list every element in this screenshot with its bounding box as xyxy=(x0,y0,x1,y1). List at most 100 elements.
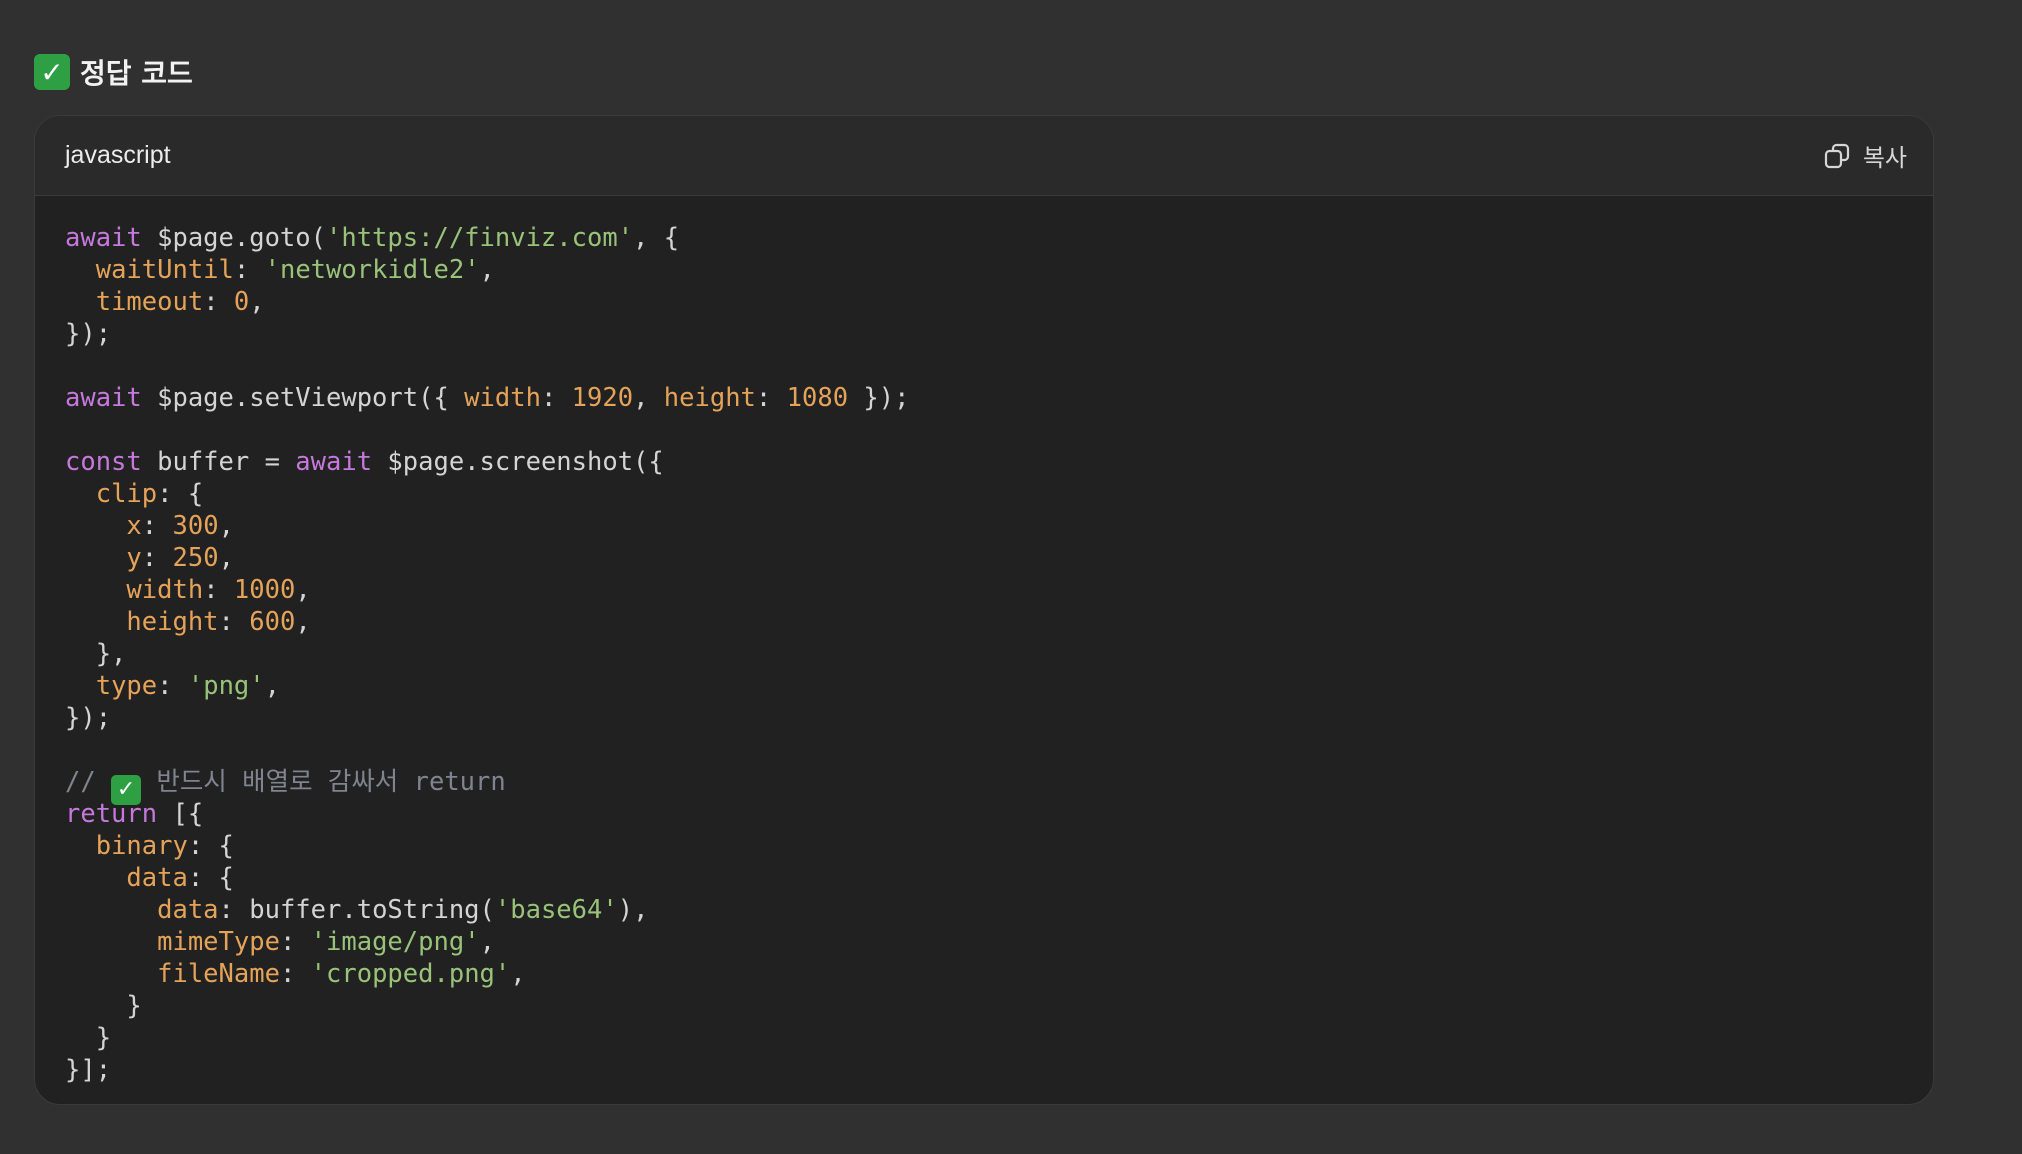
code-line: }]; xyxy=(65,1054,1903,1086)
code-token: height xyxy=(663,383,756,413)
code-token: ), xyxy=(617,895,649,925)
code-token: 반드시 배열로 감싸서 return xyxy=(141,767,506,797)
code-token: width xyxy=(464,383,541,413)
code-token: timeout xyxy=(95,287,204,317)
code-token: type xyxy=(95,671,158,701)
page: ✓ 정답 코드 javascript 복사 await $page.goto('… xyxy=(0,0,2022,1154)
code-token: , xyxy=(218,543,234,573)
code-line: clip: { xyxy=(65,478,1903,510)
code-token: 300 xyxy=(172,511,219,541)
code-line: }); xyxy=(65,702,1903,734)
code-token: }); xyxy=(65,703,112,733)
code-line: data: buffer.toString('base64'), xyxy=(65,894,1903,926)
code-token: } xyxy=(65,1023,112,1053)
code-token: , xyxy=(249,287,265,317)
code-token: clip xyxy=(95,479,158,509)
code-token: , xyxy=(510,959,526,989)
code-token: : xyxy=(218,607,250,637)
code-line: y: 250, xyxy=(65,542,1903,574)
code-token: : xyxy=(141,511,173,541)
code-token: 1920 xyxy=(571,383,634,413)
code-token: 0 xyxy=(233,287,250,317)
code-token: : xyxy=(540,383,572,413)
code-token: : xyxy=(203,287,234,317)
check-mark-icon: ✓ xyxy=(34,54,70,90)
code-token: }); xyxy=(848,383,910,413)
section-heading: ✓ 정답 코드 xyxy=(34,52,193,92)
code-block-header: javascript 복사 xyxy=(35,116,1933,196)
code-token: const xyxy=(65,447,142,477)
code-line: fileName: 'cropped.png', xyxy=(65,958,1903,990)
code-token: data xyxy=(157,895,219,925)
code-token: $page.setViewport({ xyxy=(141,383,465,413)
code-line: binary: { xyxy=(65,830,1903,862)
code-content: await $page.goto('https://finviz.com', {… xyxy=(35,196,1933,1086)
code-token: : xyxy=(279,927,311,957)
code-token: return xyxy=(65,799,158,829)
code-token: height xyxy=(126,607,219,637)
copy-icon xyxy=(1823,142,1851,170)
code-token: waitUntil xyxy=(95,255,234,285)
code-line: } xyxy=(65,1022,1903,1054)
code-line: data: { xyxy=(65,862,1903,894)
code-token: : xyxy=(279,959,311,989)
code-token: , xyxy=(295,575,311,605)
code-line: await $page.setViewport({ width: 1920, h… xyxy=(65,382,1903,414)
section-title: 정답 코드 xyxy=(80,57,193,90)
copy-button[interactable]: 복사 xyxy=(1823,138,1907,173)
code-token: }, xyxy=(65,639,127,669)
code-line: }); xyxy=(65,318,1903,350)
code-block: javascript 복사 await $page.goto('https://… xyxy=(34,115,1934,1105)
code-token: $page.screenshot({ xyxy=(372,447,664,477)
code-token: 'cropped.png' xyxy=(310,959,511,989)
code-token: : xyxy=(203,575,234,605)
code-token: , xyxy=(479,927,495,957)
code-token: fileName xyxy=(157,959,280,989)
code-line: // ✓ 반드시 배열로 감싸서 return xyxy=(65,766,1903,805)
code-line: height: 600, xyxy=(65,606,1903,638)
code-token: 'base64' xyxy=(494,895,618,925)
code-token: , xyxy=(218,511,234,541)
code-token: $page.goto( xyxy=(141,223,326,253)
code-token: mimeType xyxy=(157,927,280,957)
code-token: y xyxy=(126,543,142,573)
code-token: binary xyxy=(95,831,188,861)
code-line: width: 1000, xyxy=(65,574,1903,606)
code-token: await xyxy=(65,223,142,253)
code-token: 600 xyxy=(249,607,296,637)
code-token: }]; xyxy=(65,1055,112,1085)
code-token: 1080 xyxy=(786,383,849,413)
code-token: 'image/png' xyxy=(310,927,480,957)
code-token: : { xyxy=(187,831,234,861)
code-line: } xyxy=(65,990,1903,1022)
code-token: x xyxy=(126,511,142,541)
code-line: waitUntil: 'networkidle2', xyxy=(65,254,1903,286)
code-line: type: 'png', xyxy=(65,670,1903,702)
code-token: data xyxy=(126,863,188,893)
code-line: await $page.goto('https://finviz.com', { xyxy=(65,222,1903,254)
code-line: const buffer = await $page.screenshot({ xyxy=(65,446,1903,478)
code-token: , xyxy=(479,255,495,285)
code-token: [{ xyxy=(157,799,204,829)
code-token: width xyxy=(126,575,204,605)
code-token: , { xyxy=(633,223,680,253)
code-token: 'png' xyxy=(187,671,265,701)
code-line: x: 300, xyxy=(65,510,1903,542)
code-token: , xyxy=(264,671,280,701)
code-line: return [{ xyxy=(65,798,1903,830)
code-token: , xyxy=(633,383,664,413)
